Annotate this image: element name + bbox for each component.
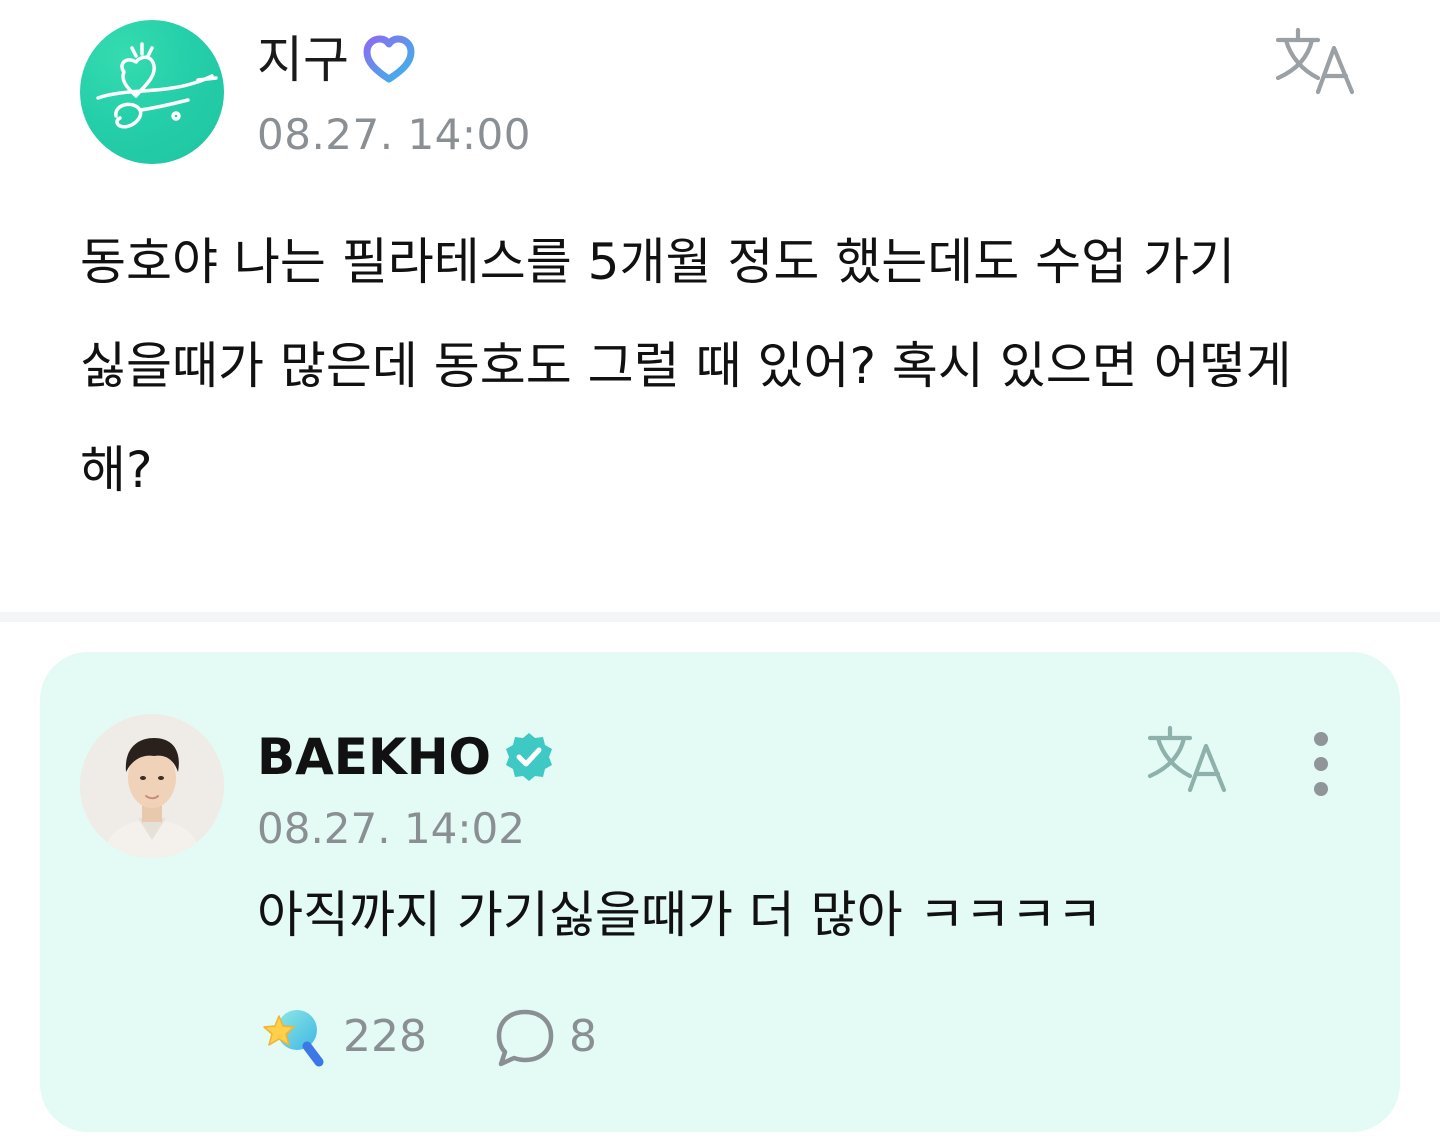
- artist-reply-time: 08.27. 14:02: [257, 804, 525, 853]
- reply-actions: 228 8: [257, 1002, 597, 1072]
- more-vertical-icon-dot: [1314, 757, 1328, 771]
- fan-post: 지구 08.27. 14:00 동호야 나는 필라테스를 5개월 정도 했는데도…: [0, 0, 1440, 612]
- artist-avatar[interactable]: [80, 714, 224, 858]
- more-vertical-icon-dot: [1314, 782, 1328, 796]
- lightstick-star-icon: [257, 1006, 325, 1068]
- translate-icon: [1147, 725, 1227, 793]
- translate-icon: [1275, 27, 1355, 95]
- artist-name[interactable]: BAEKHO: [257, 722, 491, 792]
- more-vertical-icon-dot: [1314, 732, 1328, 746]
- fan-post-time: 08.27. 14:00: [257, 110, 531, 159]
- translate-button[interactable]: [1274, 26, 1360, 96]
- artist-portrait-icon: [80, 714, 224, 858]
- artist-reply-card[interactable]: BAEKHO 08.27. 14:02 아직까지 가기싫을때가 더 많아 ㅋㅋㅋ…: [40, 652, 1400, 1132]
- more-options-button[interactable]: [1306, 732, 1336, 798]
- fan-name-row: 지구: [257, 28, 417, 92]
- fan-avatar-doodle-icon: [96, 42, 218, 129]
- fan-avatar[interactable]: [80, 20, 224, 164]
- fan-name[interactable]: 지구: [257, 28, 349, 92]
- section-divider: [0, 612, 1440, 622]
- comment-bubble-icon: [493, 1006, 557, 1068]
- reply-translate-button[interactable]: [1146, 724, 1232, 794]
- artist-reply-body: 아직까지 가기싫을때가 더 많아 ㅋㅋㅋㅋ: [257, 886, 1103, 944]
- like-count: 228: [343, 1011, 427, 1062]
- verified-badge-icon: [503, 731, 555, 783]
- comment-count: 8: [568, 1011, 597, 1062]
- fan-post-body: 동호야 나는 필라테스를 5개월 정도 했는데도 수업 가기 싫을때가 많은데 …: [80, 233, 1292, 499]
- weverse-post-page: 지구 08.27. 14:00 동호야 나는 필라테스를 5개월 정도 했는데도…: [0, 0, 1440, 1146]
- comment-button[interactable]: 8: [493, 1006, 597, 1068]
- like-button[interactable]: 228: [257, 1006, 427, 1068]
- fan-heart-badge-icon: [361, 32, 417, 88]
- artist-name-row: BAEKHO: [257, 722, 555, 792]
